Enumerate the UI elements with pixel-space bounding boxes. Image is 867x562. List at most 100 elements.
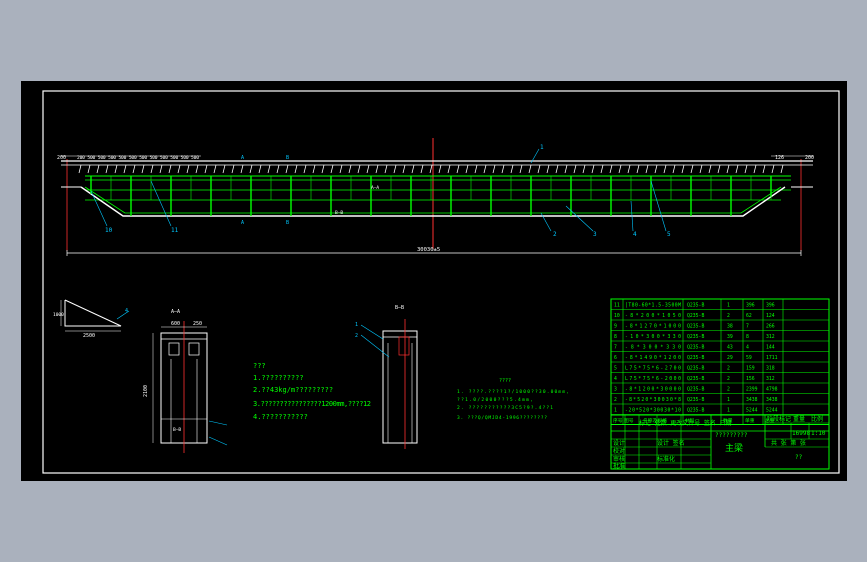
bom-cell: Q235-B bbox=[687, 324, 704, 330]
bom-cell: 2399 bbox=[746, 387, 758, 393]
callout-3: 3 bbox=[593, 231, 597, 238]
bom-cell: 5 bbox=[614, 366, 617, 372]
bom-header-cell: 单重 bbox=[745, 417, 755, 424]
tb-weight-value: 16998 bbox=[792, 430, 810, 437]
side-plate-tag: 4 bbox=[125, 308, 128, 314]
callout-10: 10 bbox=[105, 227, 113, 234]
bom-cell: 156 bbox=[746, 376, 755, 382]
notes-left-line-2: 2.??43kg/m????????? bbox=[253, 386, 333, 394]
tb-designer-row: 设计 签名 bbox=[657, 439, 685, 447]
bom-cell: 2 bbox=[727, 366, 730, 372]
bom-cell: 59 bbox=[746, 355, 752, 361]
section-width-1: 600 bbox=[171, 321, 180, 327]
section-width-2: 250 bbox=[193, 321, 202, 327]
bom-cell: 3 bbox=[614, 387, 617, 393]
bom-cell: 2 bbox=[727, 376, 730, 382]
bom-cell: 1711 bbox=[766, 355, 778, 361]
inner-label-b: B—B bbox=[335, 210, 343, 216]
cut-mark-a-bottom: A bbox=[241, 220, 244, 226]
bom-cell: 1 bbox=[727, 397, 730, 403]
bom-cell: 2 bbox=[727, 387, 730, 393]
bom-cell: 7 bbox=[746, 324, 749, 330]
section-aa-title: A—A bbox=[171, 309, 180, 315]
bom-cell: 6 bbox=[614, 355, 617, 361]
bom-cell: Q235-B bbox=[687, 334, 704, 340]
tb-stage: 阶段标记 bbox=[767, 415, 791, 423]
notes-left-title: ??? bbox=[253, 362, 266, 370]
bom-cell: 2 bbox=[727, 313, 730, 319]
cut-mark-a-top: A bbox=[241, 155, 244, 161]
bom-cell: 3438 bbox=[766, 397, 778, 403]
tb-header: 标记 处数 更改文件号 签名 日期 bbox=[639, 419, 731, 427]
side-plate-detail bbox=[60, 299, 130, 332]
section-bb bbox=[360, 319, 418, 449]
cut-mark-b-top: B bbox=[286, 155, 289, 161]
bom-cell: 159 bbox=[746, 366, 755, 372]
notes-right-line-2: ??1.0/2000???5.4mm, bbox=[457, 397, 533, 403]
section-aa bbox=[152, 321, 228, 453]
bom-cell: 124 bbox=[766, 313, 775, 319]
cad-drawing: 200 200 500 500 500 500 500 500 500 500 … bbox=[42, 90, 840, 474]
bom-cell: 312 bbox=[766, 376, 775, 382]
notes-right-line-4: 3. ???Q/QMJD4-1996???????? bbox=[457, 415, 547, 421]
side-plate-height: 1000 bbox=[53, 312, 64, 318]
bom-cell: 9 bbox=[614, 324, 617, 330]
dim-right-end: 200 bbox=[805, 155, 814, 161]
tb-check: 校对 bbox=[613, 447, 625, 455]
section-bb-title: B—B bbox=[395, 305, 404, 311]
bom-cell: 3438 bbox=[746, 397, 758, 403]
bom-cell: 5244 bbox=[766, 408, 778, 414]
bom-cell: Q235-B bbox=[687, 376, 704, 382]
bom-cell: Q235-B bbox=[687, 303, 704, 309]
bom-cell: 144 bbox=[766, 345, 775, 351]
bom-cell: Q235-B bbox=[687, 313, 704, 319]
bom-cell: Q235-B bbox=[687, 397, 704, 403]
notes-right: ???? 1. ????.????1?/1000??30.00mm, ??1.0… bbox=[457, 378, 569, 421]
bom-cell: 1 bbox=[727, 303, 730, 309]
section-bb-tag-1: 1 bbox=[355, 322, 358, 328]
tb-part-name: 主梁 bbox=[725, 442, 743, 454]
bom-cell: 266 bbox=[766, 324, 775, 330]
tb-question: ????????? bbox=[715, 432, 748, 439]
notes-left: ??? 1.?????????? 2.??43kg/m????????? 3.?… bbox=[253, 362, 371, 421]
bom-cell: Q235-B bbox=[687, 408, 704, 414]
bom-cell: -8*300*330 bbox=[625, 345, 681, 351]
cut-mark-b-bottom: B bbox=[286, 220, 289, 226]
dim-right-seg: 126 bbox=[775, 155, 784, 161]
dim-top-segments: 200 500 500 500 500 500 500 500 500 500 … bbox=[77, 155, 199, 161]
tb-scale-label: 比例 bbox=[811, 415, 823, 423]
tb-design: 设计 bbox=[613, 439, 625, 447]
bom-cell: 39 bbox=[727, 334, 733, 340]
bom-cell: 396 bbox=[766, 303, 775, 309]
bom-cell: 29 bbox=[727, 355, 733, 361]
callout-11: 11 bbox=[171, 227, 179, 234]
side-plate-length: 2500 bbox=[83, 333, 95, 339]
notes-right-line-1: 1. ????.????1?/1000??30.00mm, bbox=[457, 389, 569, 395]
bom-cell: -8*520*30030*8 bbox=[625, 397, 681, 403]
dim-overall-length: 30030±5 bbox=[417, 247, 440, 253]
bom-cell: 43 bbox=[727, 345, 733, 351]
tb-weight-label: 重量 bbox=[793, 415, 805, 423]
bom-cell: 4 bbox=[614, 376, 617, 382]
bom-cell: 38 bbox=[727, 324, 733, 330]
bom-cell: 1 bbox=[727, 408, 730, 414]
bom-cell: Q235-B bbox=[687, 345, 704, 351]
bom-cell: -8*1270*1000 bbox=[625, 324, 681, 330]
bom-cell: L75*75*6-2000 bbox=[625, 376, 681, 382]
notes-right-line-3: 2. ???????????3C5?9?.4??1 bbox=[457, 405, 553, 411]
bom-cell: 62 bbox=[746, 313, 752, 319]
bom-cell: 2 bbox=[614, 397, 617, 403]
bom-cell: 396 bbox=[746, 303, 755, 309]
bom-cell: -20*520*30030*10 bbox=[625, 408, 681, 414]
bom-cell: -8*200*1050 bbox=[625, 313, 681, 319]
tb-review: 审核 bbox=[613, 455, 625, 463]
bom-cell: L75*75*6-2700 bbox=[625, 366, 681, 372]
bom-cell: -10*300*330 bbox=[625, 334, 681, 340]
callout-2: 2 bbox=[553, 231, 557, 238]
dim-left-end: 200 bbox=[57, 155, 66, 161]
notes-right-title: ???? bbox=[499, 378, 511, 384]
tb-approve: 批准 bbox=[613, 462, 625, 470]
callout-1: 1 bbox=[540, 144, 544, 151]
bom-cell: Q235-B bbox=[687, 366, 704, 372]
section-bb-tag-2: 2 bbox=[355, 333, 358, 339]
